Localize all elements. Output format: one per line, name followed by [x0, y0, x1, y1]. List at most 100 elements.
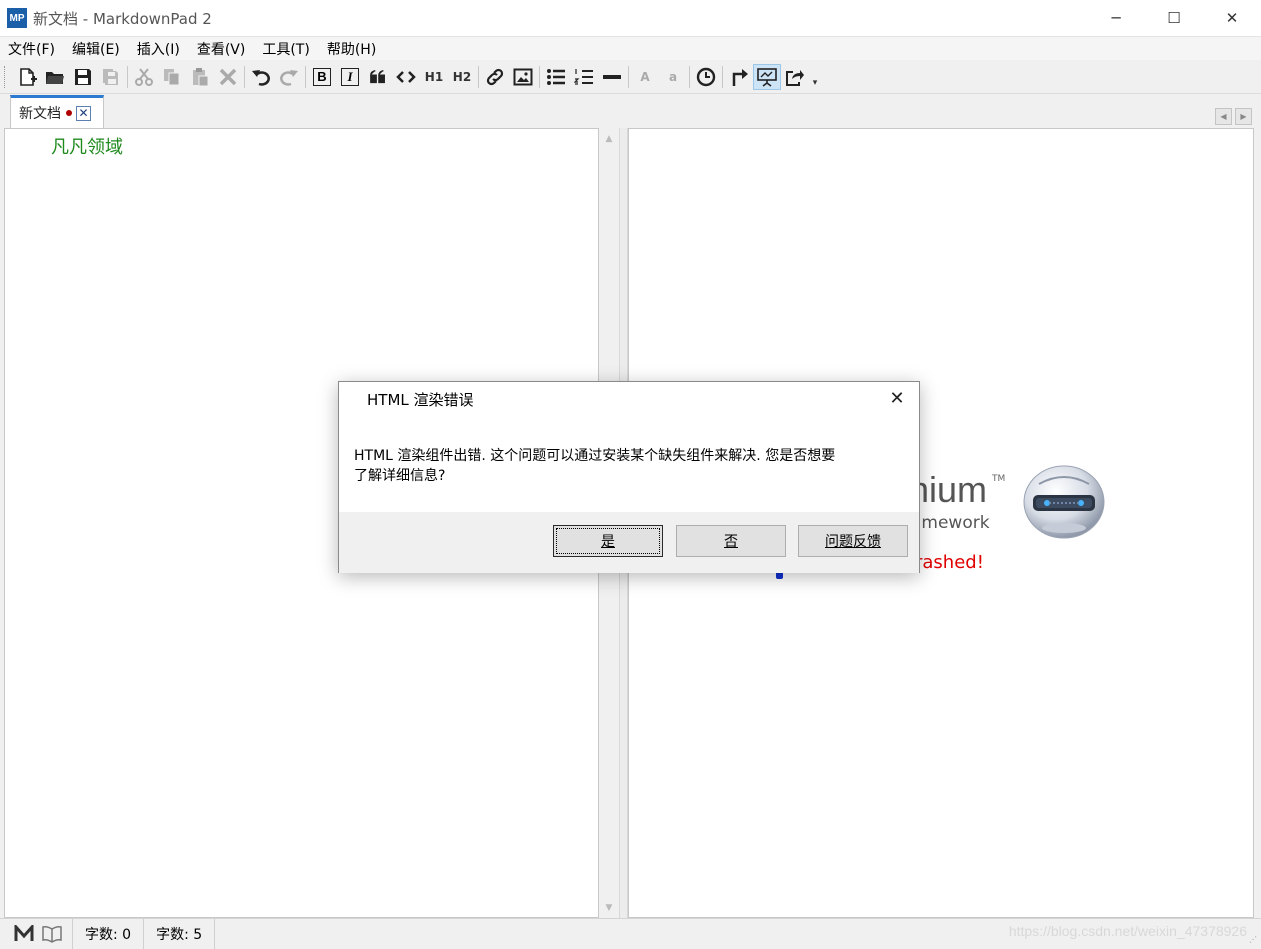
link-icon: [486, 68, 504, 85]
unsaved-dot-icon: [66, 110, 72, 116]
quote-icon: [370, 69, 385, 83]
dialog-title: HTML 渲染错误: [367, 391, 474, 409]
preview-scroll-edge: [1254, 128, 1261, 918]
live-preview-button[interactable]: [753, 63, 781, 90]
toolbar-overflow-icon[interactable]: ▾: [809, 64, 821, 90]
toolbar-separator: [478, 65, 479, 88]
redo-icon: [280, 69, 298, 86]
menu-file[interactable]: 文件(F): [0, 39, 64, 59]
new-document-button[interactable]: [13, 64, 41, 90]
scroll-down-icon[interactable]: ▼: [599, 900, 619, 916]
image-icon: [513, 68, 533, 85]
toolbar-separator: [722, 65, 723, 88]
italic-button[interactable]: I: [336, 64, 364, 90]
menu-view[interactable]: 查看(V): [189, 39, 255, 59]
resize-grip-icon[interactable]: ⋰: [1249, 936, 1259, 947]
toolbar-separator: [628, 65, 629, 88]
bold-button[interactable]: B: [308, 64, 336, 90]
export-button[interactable]: [725, 64, 753, 90]
book-icon: [42, 926, 62, 943]
timestamp-button[interactable]: [692, 64, 720, 90]
timestamp-icon: [696, 67, 716, 86]
numbered-list-button[interactable]: [570, 64, 598, 90]
book-mode-button[interactable]: [38, 919, 66, 949]
dialog-message: HTML 渲染组件出错. 这个问题可以通过安装某个缺失组件来解决. 您是否想要 …: [354, 446, 894, 486]
maximize-button[interactable]: ☐: [1145, 0, 1203, 36]
bullet-list-icon: [547, 68, 565, 85]
delete-button[interactable]: [214, 64, 242, 90]
toolbar: B I H1 H2 A a ▾: [0, 60, 1261, 94]
minimize-button[interactable]: ─: [1087, 0, 1145, 36]
redo-button[interactable]: [275, 64, 303, 90]
h1-icon: H1: [424, 69, 444, 84]
quote-button[interactable]: [364, 64, 392, 90]
yes-button[interactable]: 是: [553, 525, 663, 557]
paste-button[interactable]: [186, 64, 214, 90]
save-icon: [75, 68, 91, 85]
window-controls: ─ ☐ ✕: [1087, 0, 1261, 36]
tab-close-button[interactable]: ✕: [76, 105, 91, 121]
new-document-icon: [20, 67, 37, 86]
italic-icon: I: [341, 67, 359, 86]
scroll-up-icon[interactable]: ▲: [599, 131, 619, 147]
code-button[interactable]: [392, 64, 420, 90]
open-button[interactable]: [41, 64, 69, 90]
delete-icon: [219, 68, 237, 85]
dialog-close-button[interactable]: ✕: [885, 386, 909, 410]
dialog-footer: 是 否 问题反馈: [339, 512, 919, 573]
tab-scroll-left-button[interactable]: ◀: [1215, 108, 1232, 125]
status-bar: 字数: 0 字数: 5 https://blog.csdn.net/weixin…: [0, 918, 1261, 949]
toolbar-grip[interactable]: [4, 65, 7, 88]
bold-icon: B: [313, 67, 331, 86]
toolbar-separator: [244, 65, 245, 88]
dialog-message-line-2: 了解详细信息?: [354, 468, 446, 484]
code-icon: [396, 70, 416, 83]
word-count: 字数: 0: [72, 919, 143, 949]
awesomium-logo-icon: [1023, 465, 1105, 539]
save-all-icon: [103, 68, 118, 85]
feedback-button[interactable]: 问题反馈: [798, 525, 908, 557]
link-button[interactable]: [481, 64, 509, 90]
share-button[interactable]: [781, 64, 809, 90]
watermark-text: https://blog.csdn.net/weixin_47378926: [1008, 923, 1247, 939]
markdown-mode-button[interactable]: [10, 919, 38, 949]
heading1-button[interactable]: H1: [420, 64, 448, 90]
cut-button[interactable]: [130, 64, 158, 90]
lowercase-button[interactable]: a: [659, 64, 687, 90]
menu-edit[interactable]: 编辑(E): [64, 39, 129, 59]
export-icon: [732, 68, 748, 86]
menu-tools[interactable]: 工具(T): [254, 39, 318, 59]
undo-button[interactable]: [247, 64, 275, 90]
no-button[interactable]: 否: [676, 525, 786, 557]
menu-insert[interactable]: 插入(I): [129, 39, 189, 59]
awesomium-trademark: TM: [992, 474, 1006, 484]
save-all-button[interactable]: [97, 64, 125, 90]
awesomium-framework-text: amework: [911, 513, 990, 533]
window-title: 新文档 - MarkdownPad 2: [33, 9, 212, 28]
numbered-list-icon: [574, 68, 593, 85]
toolbar-separator: [305, 65, 306, 88]
cut-icon: [135, 67, 153, 86]
h2-icon: H2: [452, 69, 472, 84]
crash-message: rashed!: [915, 552, 984, 573]
document-tab[interactable]: 新文档 ✕: [10, 95, 104, 128]
tab-scroll-right-button[interactable]: ▶: [1235, 108, 1252, 125]
dialog-message-line-1: HTML 渲染组件出错. 这个问题可以通过安装某个缺失组件来解决. 您是否想要: [354, 448, 836, 464]
save-button[interactable]: [69, 64, 97, 90]
horizontal-rule-button[interactable]: [598, 64, 626, 90]
copy-button[interactable]: [158, 64, 186, 90]
awesomium-brand-text: nium: [909, 469, 988, 510]
uppercase-button[interactable]: A: [631, 64, 659, 90]
image-button[interactable]: [509, 64, 537, 90]
document-tab-label: 新文档: [19, 106, 61, 122]
toolbar-separator: [539, 65, 540, 88]
close-window-button[interactable]: ✕: [1203, 0, 1261, 36]
markdown-m-icon: [14, 925, 34, 941]
open-folder-icon: [46, 71, 64, 84]
menu-bar: 文件(F) 编辑(E) 插入(I) 查看(V) 工具(T) 帮助(H): [0, 36, 1261, 60]
editor-content[interactable]: 凡凡领域: [51, 133, 123, 159]
character-count: 字数: 5: [143, 919, 216, 949]
heading2-button[interactable]: H2: [448, 64, 476, 90]
bullet-list-button[interactable]: [542, 64, 570, 90]
menu-help[interactable]: 帮助(H): [319, 39, 385, 59]
